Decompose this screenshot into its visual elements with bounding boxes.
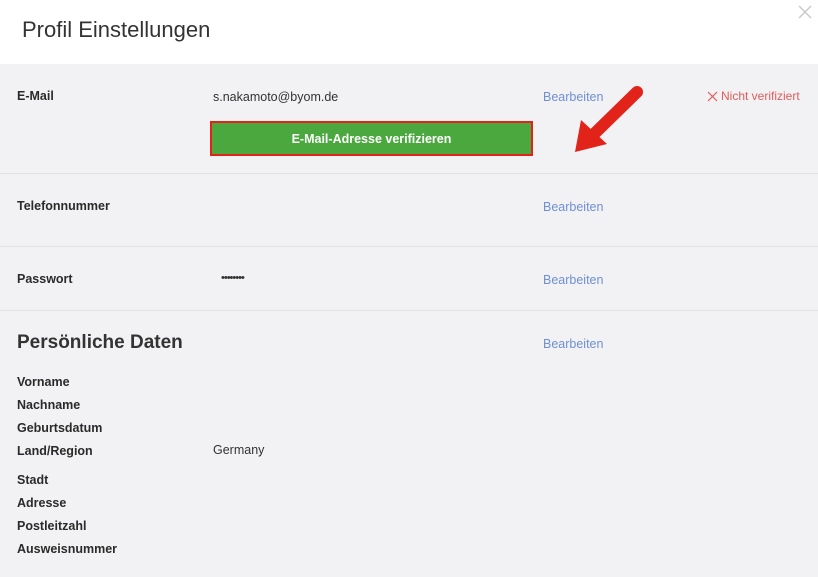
personal-data-title: Persönliche Daten (17, 332, 183, 353)
field-value-land-region: Germany (213, 443, 265, 457)
field-label-ausweisnummer: Ausweisnummer (17, 542, 118, 556)
field-label-postleitzahl: Postleitzahl (17, 519, 87, 533)
field-label-nachname: Nachname (17, 398, 81, 412)
email-status-badge: Nicht verifiziert (707, 89, 800, 103)
verify-email-button-label: E-Mail-Adresse verifizieren (291, 131, 452, 146)
personal-data-edit-link[interactable]: Bearbeiten (543, 337, 603, 351)
close-icon[interactable] (796, 3, 814, 21)
divider (0, 310, 818, 311)
password-edit-link[interactable]: Bearbeiten (543, 273, 603, 287)
email-label: E-Mail (17, 89, 54, 103)
field-label-stadt: Stadt (17, 473, 49, 487)
email-status-text: Nicht verifiziert (721, 89, 800, 103)
cross-icon (707, 91, 718, 101)
phone-label: Telefonnummer (17, 199, 110, 213)
red-arrow-annotation-icon (575, 86, 643, 152)
phone-edit-link[interactable]: Bearbeiten (543, 200, 603, 214)
password-value: •••••••• (221, 272, 245, 284)
dialog-header: Profil Einstellungen (0, 0, 818, 64)
page-title: Profil Einstellungen (22, 17, 211, 42)
field-label-adresse: Adresse (17, 496, 67, 510)
password-label: Passwort (17, 272, 73, 286)
divider (0, 246, 818, 247)
field-label-geburtsdatum: Geburtsdatum (17, 421, 103, 435)
field-label-land-region: Land/Region (17, 444, 93, 458)
field-label-vorname: Vorname (17, 375, 70, 389)
divider (0, 173, 818, 174)
verify-email-button[interactable]: E-Mail-Adresse verifizieren (210, 121, 533, 156)
email-value: s.nakamoto@byom.de (213, 90, 339, 104)
